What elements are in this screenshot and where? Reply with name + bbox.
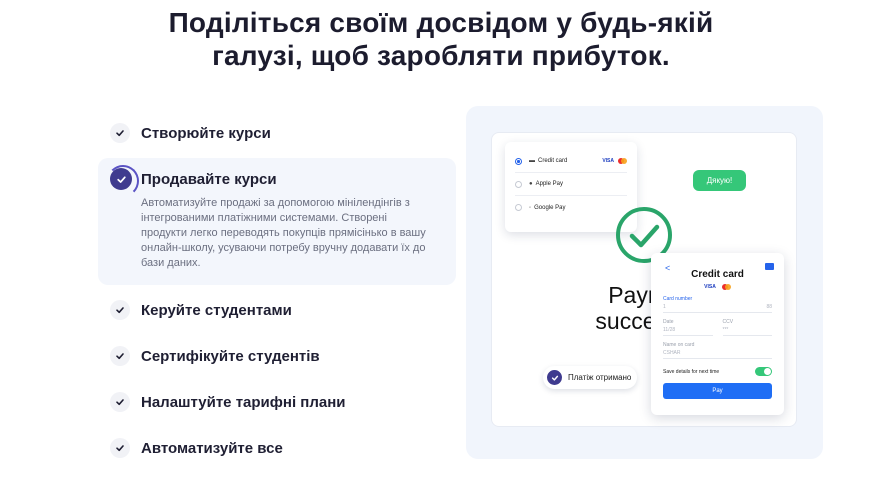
feature-list: Створюйте курси Продавайте курси Автомат… — [98, 110, 456, 471]
payment-option-google-pay[interactable]: ◦ Google Pay — [515, 196, 627, 219]
visa-logo: VISA — [602, 158, 614, 164]
check-icon — [107, 165, 139, 197]
feature-item-certify-students[interactable]: Сертифікуйте студентів — [98, 333, 456, 379]
check-icon — [110, 123, 130, 143]
chat-bubble: Дякую! — [693, 170, 746, 191]
check-icon — [110, 300, 130, 320]
feature-description: Автоматизуйте продажі за допомогою мініл… — [141, 197, 426, 269]
save-details-label: Save details for next time — [663, 368, 720, 375]
check-icon — [110, 392, 130, 412]
payment-option-apple-pay[interactable]: ● Apple Pay — [515, 173, 627, 196]
date-input[interactable]: 11/28 — [663, 325, 713, 336]
feature-label: Сертифікуйте студентів — [141, 347, 320, 365]
mastercard-logo — [721, 284, 731, 290]
feature-label: Створюйте курси — [141, 124, 271, 142]
feature-item-automate[interactable]: Автоматизуйте все — [98, 425, 456, 471]
card-number-input[interactable]: 1 88 — [663, 302, 772, 313]
back-arrow-icon[interactable]: < — [665, 263, 670, 273]
mastercard-logo — [618, 158, 627, 164]
feature-label: Налаштуйте тарифні плани — [141, 393, 346, 411]
feature-label: Керуйте студентами — [141, 301, 292, 319]
radio-unselected[interactable] — [515, 180, 522, 188]
feature-item-sell-courses[interactable]: Продавайте курси Автоматизуйте продажі з… — [98, 158, 456, 285]
headline-line-1: Поділіться своїм досвідом у будь-якій — [168, 7, 714, 38]
name-on-card-input[interactable]: CSHAR — [663, 348, 772, 359]
ccv-placeholder: *** — [722, 327, 729, 333]
payment-received-label: Платіж отримано — [568, 373, 632, 382]
visa-logo: VISA — [704, 284, 716, 290]
feature-item-create-courses[interactable]: Створюйте курси — [98, 110, 456, 156]
check-icon — [110, 438, 130, 458]
feature-item-manage-students[interactable]: Керуйте студентами — [98, 287, 456, 333]
card-icon: ▬ — [529, 158, 535, 164]
apple-pay-icon: ● — [529, 181, 533, 187]
payment-option-label: Credit card — [538, 158, 568, 164]
pay-button[interactable]: Pay — [663, 383, 772, 399]
google-pay-icon: ◦ — [529, 204, 532, 211]
credit-card-form: < Credit card VISA Card number 1 88 Date… — [651, 253, 784, 415]
feature-label: Продавайте курси — [141, 170, 277, 188]
card-number-suffix: 88 — [766, 304, 772, 310]
page-headline: Поділіться своїм досвідом у будь-якій га… — [0, 6, 882, 72]
headline-line-2: галузі, щоб заробляти прибуток. — [212, 40, 670, 71]
camera-icon[interactable] — [765, 263, 774, 270]
payment-option-credit-card[interactable]: ▬ Credit card VISA — [515, 150, 627, 173]
card-form-title: Credit card — [691, 269, 744, 280]
payment-option-label: Apple Pay — [535, 181, 563, 187]
save-details-toggle[interactable] — [755, 367, 772, 376]
date-placeholder: 11/28 — [663, 327, 676, 333]
radio-selected[interactable] — [515, 157, 522, 165]
payment-received-badge: Платіж отримано — [543, 366, 637, 389]
feature-label: Автоматизуйте все — [141, 439, 283, 457]
name-placeholder: CSHAR — [663, 350, 681, 356]
feature-item-pricing-plans[interactable]: Налаштуйте тарифні плани — [98, 379, 456, 425]
save-details-row: Save details for next time — [663, 367, 772, 376]
card-number-placeholder: 1 — [663, 304, 666, 310]
radio-unselected[interactable] — [515, 204, 522, 211]
check-icon — [110, 346, 130, 366]
ccv-input[interactable]: *** — [722, 325, 772, 336]
check-icon — [547, 370, 562, 385]
payment-option-label: Google Pay — [534, 204, 566, 211]
